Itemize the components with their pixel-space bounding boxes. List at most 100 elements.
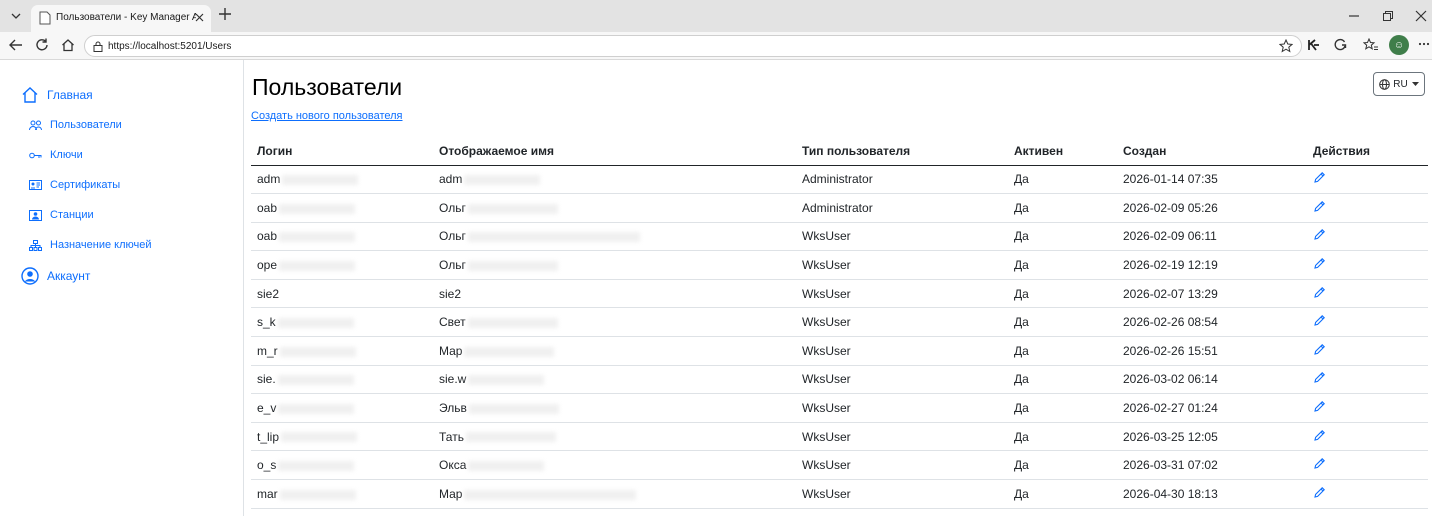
cell-actions (1307, 422, 1428, 452)
sidebar-item-label: Сертификаты (50, 179, 121, 191)
edit-button[interactable] (1313, 343, 1326, 356)
favorite-star-icon[interactable] (1279, 39, 1293, 53)
cell-created: 2026-02-27 01:24 (1117, 393, 1307, 423)
window-close-icon[interactable] (1415, 10, 1427, 22)
table-row: o_s Окса WksUser Да 2026-03-31 07:02 (251, 450, 1428, 481)
redacted-text (467, 203, 558, 214)
sidebar-item-stations[interactable]: Станции (29, 209, 94, 221)
cell-user-type-text: WksUser (802, 315, 851, 330)
lock-icon[interactable] (93, 41, 103, 52)
cell-active: Да (1008, 222, 1117, 252)
cell-user-type: WksUser (796, 450, 1008, 481)
back-icon[interactable] (8, 38, 23, 52)
column-header-active: Активен (1008, 137, 1117, 166)
edit-button[interactable] (1313, 486, 1326, 499)
cell-active: Да (1008, 193, 1117, 223)
cell-user-type-text: WksUser (802, 486, 851, 501)
cell-actions (1307, 393, 1428, 423)
edit-button[interactable] (1313, 429, 1326, 442)
table-row: oab Ольг Administrator Да 2026-02-09 05:26 (251, 193, 1428, 223)
cell-display-name: Тать (433, 422, 796, 452)
cell-active: Да (1008, 450, 1117, 481)
sidebar-nav: Главная Пользователи Ключи Сертификаты С… (0, 60, 244, 516)
cell-display-name: Ольг (433, 250, 796, 280)
cell-actions (1307, 307, 1428, 338)
new-tab-icon[interactable] (218, 7, 232, 21)
cell-user-type: WksUser (796, 279, 1008, 309)
language-selector[interactable]: RU (1373, 72, 1425, 96)
cell-user-type: WksUser (796, 422, 1008, 452)
sidebar-item-keys[interactable]: Ключи (29, 149, 83, 161)
edit-button[interactable] (1313, 200, 1326, 213)
redacted-text (277, 318, 354, 329)
cell-display-name: adm (433, 165, 796, 195)
home-browser-icon[interactable] (61, 38, 75, 52)
edit-button[interactable] (1313, 457, 1326, 470)
cell-login-text: m_r (257, 343, 278, 358)
sidebar-item-certificates[interactable]: Сертификаты (29, 179, 120, 191)
url-text[interactable]: https://localhost:5201/Users (108, 41, 231, 52)
cell-user-type-text: WksUser (802, 229, 851, 244)
cell-user-type-text: WksUser (802, 286, 851, 301)
extension-refresh-icon[interactable] (1333, 38, 1347, 52)
profile-avatar[interactable]: ☺ (1389, 35, 1409, 55)
cell-active-text: Да (1014, 486, 1029, 501)
chevron-down-icon (1411, 82, 1419, 86)
extension-k-icon[interactable] (1307, 38, 1321, 52)
column-header-actions: Действия (1307, 137, 1428, 166)
edit-button[interactable] (1313, 314, 1326, 327)
create-user-link[interactable]: Создать нового пользователя (251, 110, 403, 122)
redacted-text (279, 489, 356, 500)
sidebar-item-label: Аккаунт (47, 269, 91, 283)
cell-active-text: Да (1014, 258, 1029, 273)
minimize-icon[interactable] (1348, 10, 1360, 22)
redacted-text (278, 461, 355, 472)
sidebar-item-home[interactable]: Главная (21, 86, 93, 104)
cell-actions (1307, 279, 1428, 309)
sidebar-item-key-assignment[interactable]: Назначение ключей (29, 239, 152, 251)
sidebar-item-users[interactable]: Пользователи (29, 119, 122, 131)
edit-button[interactable] (1313, 400, 1326, 413)
cell-login-text: sie2 (257, 286, 280, 301)
cell-display-name: sie2 (433, 279, 796, 309)
restore-icon[interactable] (1382, 10, 1394, 22)
cell-actions (1307, 450, 1428, 481)
cell-created: 2026-02-07 13:29 (1117, 279, 1307, 309)
edit-button[interactable] (1313, 286, 1326, 299)
pencil-icon (1314, 401, 1325, 412)
cell-active-text: Да (1014, 401, 1029, 416)
redacted-text (279, 232, 356, 243)
cell-created: 2026-02-26 08:54 (1117, 307, 1307, 338)
redacted-text (279, 260, 356, 271)
cell-login: oab (251, 222, 433, 252)
cell-login-text: t_lip (257, 429, 280, 444)
cell-created-text: 2026-04-30 18:13 (1123, 486, 1218, 501)
edit-button[interactable] (1313, 228, 1326, 241)
reload-icon[interactable] (35, 38, 49, 52)
cell-active: Да (1008, 422, 1117, 452)
edit-button[interactable] (1313, 171, 1326, 184)
edit-button[interactable] (1313, 371, 1326, 384)
redacted-text (464, 489, 637, 500)
table-row: sie2 sie2 WksUser Да 2026-02-07 13:29 (251, 279, 1428, 309)
browser-tab-active[interactable]: Пользователи - Key Manager Admin (31, 5, 211, 32)
cell-display-name: Свет (433, 307, 796, 338)
redacted-text (279, 203, 356, 214)
favorites-icon[interactable] (1363, 38, 1379, 52)
redacted-text (279, 346, 356, 357)
cell-active: Да (1008, 307, 1117, 338)
pencil-icon (1314, 258, 1325, 269)
redacted-text (281, 432, 358, 443)
globe-icon (1379, 78, 1391, 90)
tab-close-icon[interactable] (194, 12, 205, 23)
cell-created: 2026-01-14 07:35 (1117, 165, 1307, 195)
cell-display-name-text: Ольг (439, 258, 466, 273)
more-menu-icon[interactable] (1418, 38, 1430, 50)
tab-actions-menu-icon[interactable] (6, 6, 26, 26)
sidebar-item-account[interactable]: Аккаунт (21, 267, 90, 285)
home-icon (22, 87, 38, 103)
table-row: sie. sie.w WksUser Да 2026-03-02 06:14 (251, 365, 1428, 395)
address-bar[interactable]: https://localhost:5201/Users (84, 35, 1302, 57)
cell-active: Да (1008, 365, 1117, 395)
edit-button[interactable] (1313, 257, 1326, 270)
